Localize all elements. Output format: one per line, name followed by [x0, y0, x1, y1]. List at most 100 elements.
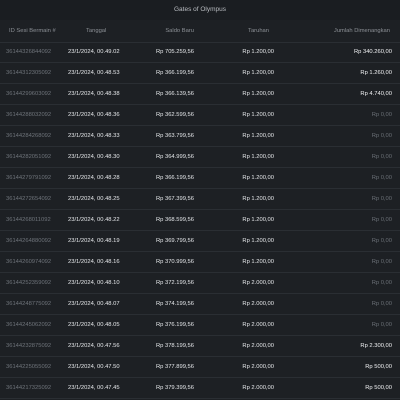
win-amount-cell: Rp 500,00 — [365, 385, 392, 391]
bet-cell: Rp 1.200,00 — [242, 112, 274, 118]
new-balance-cell: Rp 367.399,56 — [155, 196, 194, 202]
table-row[interactable]: 36144252359092 23/1/2024, 00.48.10 Rp 372.… — [0, 273, 400, 294]
session-id-cell: 36144312305092 — [6, 70, 52, 76]
date-cell: 23/1/2024, 00.48.05 — [68, 322, 120, 328]
bet-cell: Rp 1.200,00 — [242, 133, 274, 139]
session-id-cell: 36144268011092 — [6, 217, 51, 223]
date-cell: 23/1/2024, 00.48.33 — [68, 133, 120, 139]
new-balance-cell: Rp 376.199,56 — [155, 322, 194, 328]
date-cell: 23/1/2024, 00.47.50 — [68, 364, 120, 370]
column-header-bet: Taruhan — [248, 28, 269, 34]
session-id-cell: 36144245062092 — [6, 322, 52, 328]
table-row[interactable]: 36144248775092 23/1/2024, 00.48.07 Rp 374.… — [0, 294, 400, 315]
new-balance-cell: Rp 362.599,56 — [155, 112, 194, 118]
table-row[interactable]: 36144232875092 23/1/2024, 00.47.56 Rp 378.… — [0, 336, 400, 357]
date-cell: 23/1/2024, 00.48.19 — [68, 238, 120, 244]
new-balance-cell: Rp 366.139,56 — [155, 91, 194, 97]
bet-cell: Rp 1.200,00 — [242, 91, 274, 97]
table-row[interactable]: 36144282051092 23/1/2024, 00.48.30 Rp 364.… — [0, 147, 400, 168]
bet-cell: Rp 2.000,00 — [242, 343, 274, 349]
win-amount-cell: Rp 0,00 — [371, 154, 392, 160]
session-id-cell: 36144288032092 — [6, 112, 52, 118]
new-balance-cell: Rp 363.799,56 — [155, 133, 194, 139]
bet-cell: Rp 2.000,00 — [242, 322, 274, 328]
win-amount-cell: Rp 0,00 — [371, 175, 392, 181]
date-cell: 23/1/2024, 00.48.30 — [68, 154, 120, 160]
table-row[interactable]: 36144284268092 23/1/2024, 00.48.33 Rp 363.… — [0, 126, 400, 147]
table-row[interactable]: 36144326844092 23/1/2024, 00.49.02 Rp 705.… — [0, 42, 400, 63]
window-title: Gates of Olympus — [0, 0, 400, 20]
table-row[interactable]: 36144217325092 23/1/2024, 00.47.45 Rp 379.… — [0, 378, 400, 399]
date-cell: 23/1/2024, 00.48.38 — [68, 91, 120, 97]
session-id-cell: 36144248775092 — [6, 301, 52, 307]
date-cell: 23/1/2024, 00.47.56 — [68, 343, 120, 349]
date-cell: 23/1/2024, 00.48.53 — [68, 70, 120, 76]
table-row[interactable]: 36144312305092 23/1/2024, 00.48.53 Rp 366.… — [0, 63, 400, 84]
bet-cell: Rp 1.200,00 — [242, 49, 274, 55]
session-id-cell: 36144326844092 — [6, 49, 52, 55]
win-amount-cell: Rp 500,00 — [365, 364, 392, 370]
table-row[interactable]: 36144225055092 23/1/2024, 00.47.50 Rp 377.… — [0, 357, 400, 378]
session-id-cell: 36144260974092 — [6, 259, 52, 265]
game-history-panel: Gates of Olympus ID Sesi Bermain # Tangg… — [0, 0, 400, 400]
new-balance-cell: Rp 366.199,56 — [155, 175, 194, 181]
bet-cell: Rp 1.200,00 — [242, 238, 274, 244]
bet-cell: Rp 2.000,00 — [242, 364, 274, 370]
session-id-cell: 36144279791092 — [6, 175, 52, 181]
session-id-cell: 36144264880092 — [6, 238, 52, 244]
win-amount-cell: Rp 0,00 — [371, 196, 392, 202]
win-amount-cell: Rp 0,00 — [371, 133, 392, 139]
table-row[interactable]: 36144279791092 23/1/2024, 00.48.28 Rp 366.… — [0, 168, 400, 189]
date-cell: 23/1/2024, 00.48.25 — [68, 196, 120, 202]
session-id-cell: 36144284268092 — [6, 133, 52, 139]
session-id-cell: 36144217325092 — [6, 385, 52, 391]
bet-cell: Rp 1.200,00 — [242, 175, 274, 181]
table-row[interactable]: 36144268011092 23/1/2024, 00.48.22 Rp 368.… — [0, 210, 400, 231]
history-table-body: 36144326844092 23/1/2024, 00.49.02 Rp 705.… — [0, 42, 400, 400]
new-balance-cell: Rp 374.199,56 — [155, 301, 194, 307]
new-balance-cell: Rp 372.199,56 — [155, 280, 194, 286]
column-header-date: Tanggal — [86, 28, 107, 34]
bet-cell: Rp 2.000,00 — [242, 385, 274, 391]
new-balance-cell: Rp 364.999,56 — [155, 154, 194, 160]
date-cell: 23/1/2024, 00.48.16 — [68, 259, 120, 265]
table-row[interactable]: 36144299603092 23/1/2024, 00.48.38 Rp 366.… — [0, 84, 400, 105]
new-balance-cell: Rp 366.199,56 — [155, 70, 194, 76]
win-amount-cell: Rp 0,00 — [371, 322, 392, 328]
new-balance-cell: Rp 377.899,56 — [155, 364, 194, 370]
session-id-cell: 36144272654092 — [6, 196, 52, 202]
bet-cell: Rp 1.200,00 — [242, 154, 274, 160]
session-id-cell: 36144225055092 — [6, 364, 52, 370]
new-balance-cell: Rp 705.259,56 — [155, 49, 194, 55]
session-id-cell: 36144299603092 — [6, 91, 52, 97]
win-amount-cell: Rp 0,00 — [371, 301, 392, 307]
bet-cell: Rp 1.200,00 — [242, 259, 274, 265]
date-cell: 23/1/2024, 00.49.02 — [68, 49, 120, 55]
win-amount-cell: Rp 0,00 — [371, 217, 392, 223]
new-balance-cell: Rp 369.799,56 — [155, 238, 194, 244]
table-row[interactable]: 36144288032092 23/1/2024, 00.48.36 Rp 362.… — [0, 105, 400, 126]
table-row[interactable]: 36144272654092 23/1/2024, 00.48.25 Rp 367.… — [0, 189, 400, 210]
session-id-cell: 36144232875092 — [6, 343, 52, 349]
new-balance-cell: Rp 368.599,56 — [155, 217, 194, 223]
column-header-session-id: ID Sesi Bermain # — [9, 28, 56, 34]
date-cell: 23/1/2024, 00.48.07 — [68, 301, 120, 307]
table-row[interactable]: 36144264880092 23/1/2024, 00.48.19 Rp 369.… — [0, 231, 400, 252]
new-balance-cell: Rp 378.199,56 — [155, 343, 194, 349]
new-balance-cell: Rp 370.999,56 — [155, 259, 194, 265]
date-cell: 23/1/2024, 00.48.28 — [68, 175, 120, 181]
column-header-win-amount: Jumlah Dimenangkan — [333, 28, 390, 34]
bet-cell: Rp 1.200,00 — [242, 217, 274, 223]
win-amount-cell: Rp 4.740,00 — [360, 91, 392, 97]
table-row[interactable]: 36144260974092 23/1/2024, 00.48.16 Rp 370.… — [0, 252, 400, 273]
win-amount-cell: Rp 0,00 — [371, 259, 392, 265]
bet-cell: Rp 2.000,00 — [242, 280, 274, 286]
bet-cell: Rp 1.200,00 — [242, 196, 274, 202]
date-cell: 23/1/2024, 00.48.22 — [68, 217, 120, 223]
win-amount-cell: Rp 1.260,00 — [360, 70, 392, 76]
date-cell: 23/1/2024, 00.48.10 — [68, 280, 120, 286]
win-amount-cell: Rp 0,00 — [371, 112, 392, 118]
win-amount-cell: Rp 0,00 — [371, 238, 392, 244]
column-header-new-balance: Saldo Baru — [165, 28, 194, 34]
table-row[interactable]: 36144245062092 23/1/2024, 00.48.05 Rp 376.… — [0, 315, 400, 336]
